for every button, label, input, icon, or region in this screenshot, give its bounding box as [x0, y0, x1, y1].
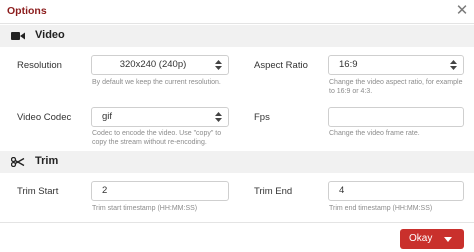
video-codec-help: Codec to encode the video. Use "copy" to…	[92, 130, 222, 146]
trim-start-label: Trim Start	[17, 186, 59, 197]
dialog-footer: Okay	[0, 222, 474, 252]
chevron-down-icon	[444, 237, 452, 242]
dialog-titlebar: Options ✕	[0, 0, 474, 24]
resolution-select[interactable]: 320x240 (240p)	[91, 55, 229, 75]
resolution-help: By default we keep the current resolutio…	[92, 79, 221, 86]
aspect-ratio-value: 16:9	[339, 59, 358, 70]
aspect-ratio-select[interactable]: 16:9	[328, 55, 464, 75]
okay-button[interactable]: Okay	[400, 229, 464, 249]
aspect-ratio-label: Aspect Ratio	[254, 60, 308, 71]
video-codec-label: Video Codec	[17, 112, 72, 123]
video-camera-icon	[11, 32, 25, 40]
fps-help: Change the video frame rate.	[329, 130, 420, 137]
select-caret-icon	[215, 60, 222, 70]
select-caret-icon	[450, 60, 457, 70]
trim-end-help: Trim end timestamp (HH:MM:SS)	[329, 205, 433, 212]
dialog-title: Options	[7, 5, 47, 17]
fps-input[interactable]	[328, 107, 464, 127]
close-icon[interactable]: ✕	[454, 3, 470, 19]
video-codec-value: gif	[102, 111, 113, 122]
trim-end-input[interactable]: 4	[328, 181, 464, 201]
resolution-value: 320x240 (240p)	[119, 59, 187, 70]
trim-end-label: Trim End	[254, 186, 293, 197]
video-codec-select[interactable]: gif	[91, 107, 229, 127]
okay-button-label: Okay	[409, 233, 433, 244]
video-section-header: Video	[0, 25, 474, 47]
trim-start-input[interactable]: 2	[91, 181, 229, 201]
trim-section-title: Trim	[35, 155, 59, 167]
scissors-icon	[11, 157, 25, 167]
select-caret-icon	[215, 112, 222, 122]
options-dialog: Options ✕ Video Resolution 320x240 (240p…	[0, 0, 474, 252]
trim-section-header: Trim	[0, 151, 474, 173]
fps-label: Fps	[254, 112, 270, 123]
resolution-label: Resolution	[17, 60, 62, 71]
aspect-ratio-help: Change the video aspect ratio, for examp…	[329, 79, 463, 95]
trim-start-help: Trim start timestamp (HH:MM:SS)	[92, 205, 198, 212]
video-section-title: Video	[35, 29, 65, 41]
